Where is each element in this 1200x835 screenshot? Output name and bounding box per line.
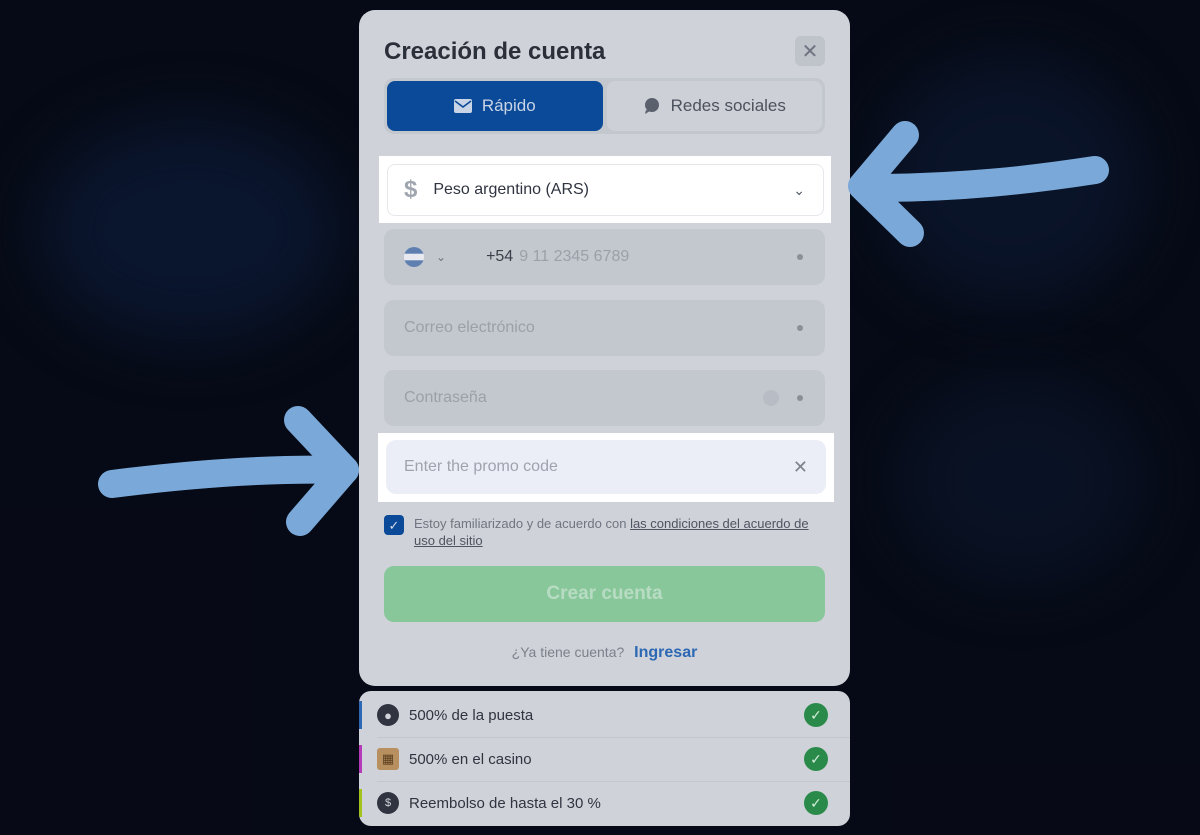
tab-social[interactable]: Redes sociales bbox=[606, 81, 822, 131]
required-indicator bbox=[797, 254, 803, 260]
check-badge-icon: ✓ bbox=[804, 791, 828, 815]
tab-social-label: Redes sociales bbox=[670, 96, 786, 115]
check-badge-icon: ✓ bbox=[804, 747, 828, 771]
bonus-accent-bar bbox=[359, 701, 362, 729]
phone-code: +54 bbox=[486, 248, 514, 265]
tab-fast-label: Rápido bbox=[481, 96, 536, 115]
chevron-down-icon: ⌄ bbox=[793, 181, 805, 198]
currency-value: Peso argentino (ARS) bbox=[433, 181, 589, 198]
phone-placeholder: 9 11 2345 6789 bbox=[519, 248, 630, 265]
terms-checkbox[interactable]: ✓ bbox=[384, 515, 404, 535]
password-field[interactable]: Contraseña bbox=[384, 370, 825, 426]
bonus-item: $ Reembolso de hasta el 30 % ✓ bbox=[359, 781, 850, 825]
email-field[interactable]: Correo electrónico bbox=[384, 300, 825, 356]
login-row: ¿Ya tiene cuenta? Ingresar bbox=[359, 644, 850, 662]
login-prompt: ¿Ya tiene cuenta? bbox=[511, 644, 625, 660]
currency-select[interactable]: $ Peso argentino (ARS) ⌄ bbox=[387, 164, 824, 216]
close-icon: ✕ bbox=[801, 40, 819, 63]
cashback-icon: $ bbox=[377, 792, 399, 814]
bonus-label: 500% en el casino bbox=[409, 750, 532, 768]
argentina-flag-icon bbox=[404, 247, 424, 267]
mail-icon bbox=[453, 99, 472, 113]
terms-row: ✓ Estoy familiarizado y de acuerdo con l… bbox=[384, 515, 825, 549]
registration-tabs: Rápido Redes sociales bbox=[384, 78, 825, 134]
country-chevron-icon[interactable]: ⌄ bbox=[436, 250, 446, 264]
bonus-item: ● 500% de la puesta ✓ bbox=[359, 693, 850, 737]
bonus-label: Reembolso de hasta el 30 % bbox=[409, 794, 601, 812]
chat-icon bbox=[644, 98, 659, 114]
phone-field[interactable]: ⌄ +54 9 11 2345 6789 bbox=[384, 229, 825, 285]
registration-modal: Creación de cuenta ✕ Rápido Redes social… bbox=[359, 10, 850, 686]
password-placeholder: Contraseña bbox=[404, 389, 487, 406]
bonus-label: 500% de la puesta bbox=[409, 706, 534, 724]
promo-code-input[interactable]: Enter the promo code ✕ bbox=[386, 440, 826, 494]
close-button[interactable]: ✕ bbox=[795, 36, 825, 66]
dollar-icon: $ bbox=[404, 176, 418, 203]
clear-icon[interactable]: ✕ bbox=[793, 457, 808, 478]
bonus-accent-bar bbox=[359, 789, 362, 817]
required-indicator bbox=[797, 395, 803, 401]
modal-title: Creación de cuenta bbox=[384, 38, 606, 65]
eye-icon[interactable] bbox=[763, 390, 779, 406]
terms-text: Estoy familiarizado y de acuerdo con las… bbox=[414, 516, 809, 548]
bonus-panel: ● 500% de la puesta ✓ ▦ 500% en el casin… bbox=[359, 691, 850, 826]
bonus-accent-bar bbox=[359, 745, 362, 773]
bonus-item: ▦ 500% en el casino ✓ bbox=[359, 737, 850, 781]
required-indicator bbox=[797, 325, 803, 331]
check-badge-icon: ✓ bbox=[804, 703, 828, 727]
casino-icon: ▦ bbox=[377, 748, 399, 770]
login-link[interactable]: Ingresar bbox=[634, 644, 697, 661]
create-account-button[interactable]: Crear cuenta bbox=[384, 566, 825, 622]
email-placeholder: Correo electrónico bbox=[404, 319, 535, 336]
tab-fast[interactable]: Rápido bbox=[387, 81, 603, 131]
soccer-ball-icon: ● bbox=[377, 704, 399, 726]
promo-placeholder: Enter the promo code bbox=[404, 458, 558, 475]
